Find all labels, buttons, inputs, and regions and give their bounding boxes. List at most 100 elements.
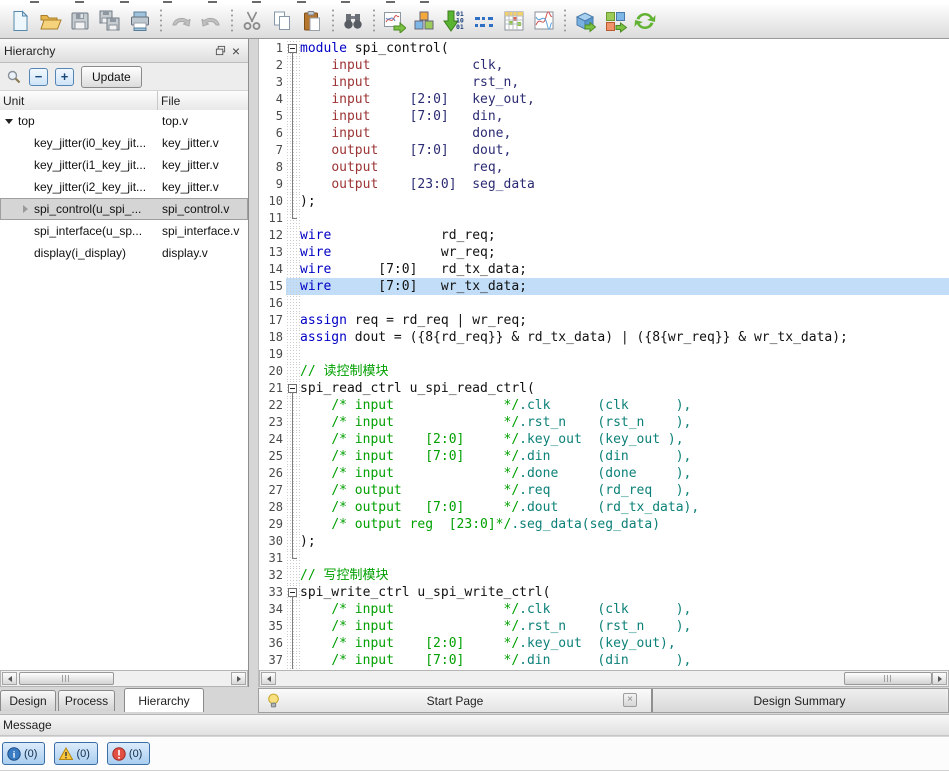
column-header-file[interactable]: File [158,91,248,111]
code-line-7[interactable]: 7 output [7:0] dout, [259,142,949,159]
float-panel-icon[interactable] [212,43,228,59]
code-line-1[interactable]: 1module spi_control( [259,40,949,57]
code-line-9[interactable]: 9 output [23:0] seg_data [259,176,949,193]
collapse-all-button[interactable]: − [29,68,48,86]
scroll-left-icon[interactable] [2,672,17,685]
code-line-14[interactable]: 14wire [7:0] rd_tx_data; [259,261,949,278]
tree-row-display-i-display[interactable]: display(i_display)display.v [0,242,248,264]
copy-button[interactable] [267,6,297,36]
tab-process[interactable]: Process [58,690,115,711]
code-line-15[interactable]: 15wire [7:0] wr_tx_data; [259,278,949,295]
code-line-20[interactable]: 20// 读控制模块 [259,363,949,380]
code-line-28[interactable]: 28 /* output [7:0] */.dout (rd_tx_data), [259,499,949,516]
code-line-23[interactable]: 23 /* input */.rst_n (rst_n ), [259,414,949,431]
tab-design[interactable]: Design [0,690,56,711]
code-line-30[interactable]: 30); [259,533,949,550]
implement-block-button[interactable] [570,6,600,36]
code-line-8[interactable]: 8 output req, [259,159,949,176]
expand-all-button[interactable]: + [55,68,74,86]
code-line-13[interactable]: 13wire wr_req; [259,244,949,261]
code-line-37[interactable]: 37 /* input [7:0] */.din (din ), [259,652,949,669]
code-line-18[interactable]: 18assign dout = ({8{rd_req}} & rd_tx_dat… [259,329,949,346]
warning-count-button[interactable]: (0) [54,742,97,765]
code-line-21[interactable]: 21spi_read_ctrl u_spi_read_ctrl( [259,380,949,397]
scroll-right-icon[interactable] [231,672,246,685]
tree-row-key-jitter-i1-key-jit[interactable]: key_jitter(i1_key_jit...key_jitter.v [0,154,248,176]
code-line-31[interactable]: 31 [259,550,949,567]
code-line-17[interactable]: 17assign req = rd_req | wr_req; [259,312,949,329]
code-line-6[interactable]: 6 input done, [259,125,949,142]
fold-margin [286,499,300,516]
fold-marker-icon[interactable] [286,380,300,397]
close-panel-icon[interactable]: × [228,43,244,59]
code-text: /* input */.rst_n (rst_n ), [300,414,949,431]
tree-row-spi-control-u-spi[interactable]: spi_control(u_spi_...spi_control.v [0,198,248,220]
waveform-markers-button[interactable] [469,6,499,36]
tab-hierarchy[interactable]: Hierarchy [124,688,204,712]
fold-marker-icon[interactable] [286,40,300,57]
code-line-33[interactable]: 33spi_write_ctrl u_spi_write_ctrl( [259,584,949,601]
code-text [300,210,949,227]
find-button[interactable] [338,6,368,36]
refresh-button[interactable] [630,6,660,36]
error-count-button[interactable]: (0) [107,742,150,765]
code-line-12[interactable]: 12wire rd_req; [259,227,949,244]
doc-tab-design-summary[interactable]: Design Summary [653,689,946,712]
line-number: 3 [259,74,286,91]
column-header-unit[interactable]: Unit [0,91,158,111]
scroll-right-icon[interactable] [932,672,947,685]
line-number: 19 [259,346,286,363]
partition-blocks-button[interactable] [600,6,630,36]
close-tab-icon[interactable]: × [623,693,637,707]
find-icon [341,9,365,33]
code-line-4[interactable]: 4 input [2:0] key_out, [259,91,949,108]
code-line-35[interactable]: 35 /* input */.rst_n (rst_n ), [259,618,949,635]
code-line-5[interactable]: 5 input [7:0] din, [259,108,949,125]
code-line-34[interactable]: 34 /* input */.clk (clk ), [259,601,949,618]
code-line-32[interactable]: 32// 写控制模块 [259,567,949,584]
code-line-29[interactable]: 29 /* output reg [23:0]*/.seg_data(seg_d… [259,516,949,533]
code-line-10[interactable]: 10); [259,193,949,210]
code-line-24[interactable]: 24 /* input [2:0] */.key_out (key_out ), [259,431,949,448]
open-folder-button[interactable] [35,6,65,36]
doc-tab-start-page[interactable]: Start Page× [259,689,651,712]
code-area[interactable]: 1module spi_control(2 input clk,3 input … [259,40,949,670]
expand-arrow-icon[interactable] [19,205,31,213]
hierarchy-hscrollbar[interactable] [0,670,248,687]
scrollbar-thumb[interactable] [19,672,114,685]
binary-download-button[interactable]: 011001 [439,6,469,36]
simulate-view-button[interactable] [379,6,409,36]
info-count-button[interactable]: i(0) [2,742,45,765]
scrollbar-thumb[interactable] [844,672,932,685]
tree-row-key-jitter-i2-key-jit[interactable]: key_jitter(i2_key_jit...key_jitter.v [0,176,248,198]
code-line-3[interactable]: 3 input rst_n, [259,74,949,91]
cut-button[interactable] [237,6,267,36]
code-line-25[interactable]: 25 /* input [7:0] */.din (din ), [259,448,949,465]
code-line-2[interactable]: 2 input clk, [259,57,949,74]
table-report-button[interactable] [499,6,529,36]
code-line-16[interactable]: 16 [259,295,949,312]
editor-hscrollbar[interactable] [259,670,949,687]
fold-marker-icon[interactable] [286,584,300,601]
code-line-19[interactable]: 19 [259,346,949,363]
save-button[interactable] [65,6,95,36]
print-button[interactable] [125,6,155,36]
tree-row-spi-interface-u-sp[interactable]: spi_interface(u_sp...spi_interface.v [0,220,248,242]
code-line-22[interactable]: 22 /* input */.clk (clk ), [259,397,949,414]
collapse-arrow-icon[interactable] [3,119,15,124]
scroll-left-icon[interactable] [261,672,276,685]
new-file-button[interactable] [5,6,35,36]
design-blocks-button[interactable] [409,6,439,36]
code-line-11[interactable]: 11 [259,210,949,227]
tree-row-key-jitter-i0-key-jit[interactable]: key_jitter(i0_key_jit...key_jitter.v [0,132,248,154]
tree-row-top[interactable]: toptop.v [0,110,248,132]
code-line-36[interactable]: 36 /* input [2:0] */.key_out (key_out), [259,635,949,652]
analysis-curves-button[interactable] [529,6,559,36]
code-line-27[interactable]: 27 /* output */.req (rd_req ), [259,482,949,499]
save-all-button[interactable] [95,6,125,36]
search-icon[interactable] [6,69,22,85]
paste-button[interactable] [297,6,327,36]
code-line-26[interactable]: 26 /* input */.done (done ), [259,465,949,482]
tree-column-header: Unit File [0,91,248,112]
update-button[interactable]: Update [81,66,142,88]
